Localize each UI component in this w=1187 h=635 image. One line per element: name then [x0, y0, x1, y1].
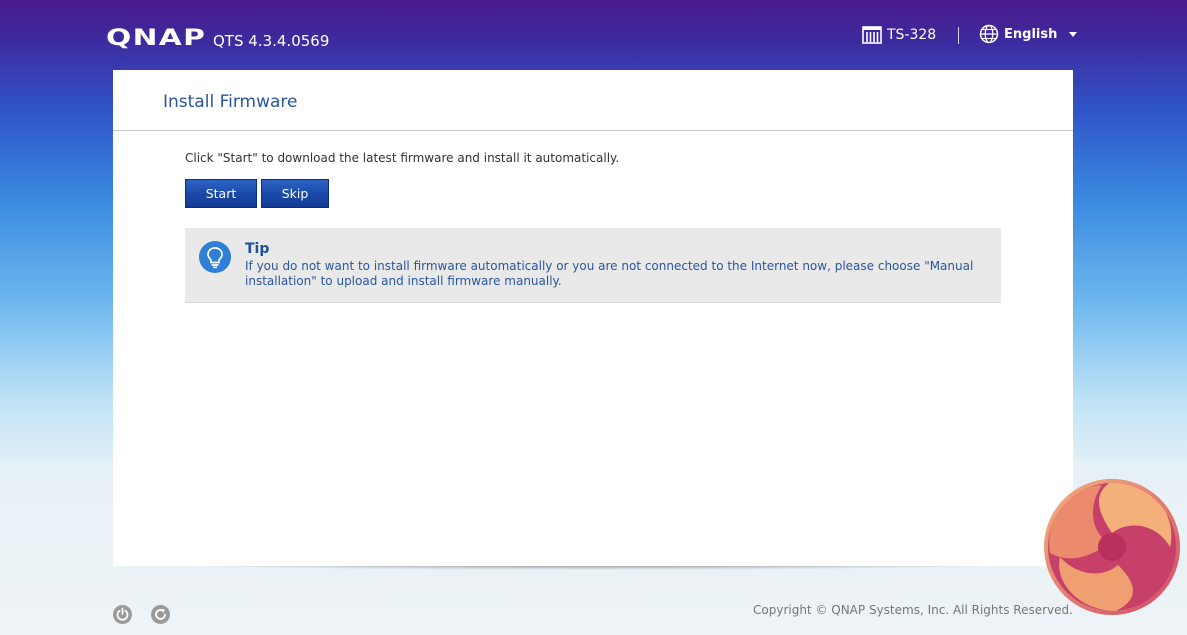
lightbulb-icon [199, 241, 231, 273]
skip-button[interactable]: Skip [261, 179, 329, 208]
instruction-text: Click "Start" to download the latest fir… [185, 151, 620, 165]
panel-header: Install Firmware [113, 70, 1073, 131]
tip-text: If you do not want to install firmware a… [245, 259, 990, 289]
globe-icon [979, 24, 999, 44]
device-model-label: TS-328 [887, 27, 937, 43]
tip-text-after: to upload and install firmware manually. [316, 274, 562, 288]
restart-icon[interactable] [151, 605, 170, 624]
chevron-down-icon [1069, 31, 1078, 37]
language-label: English [1004, 26, 1058, 42]
copyright-text: Copyright © QNAP Systems, Inc. All Right… [753, 603, 1073, 617]
tip-box: Tip If you do not want to install firmwa… [185, 228, 1001, 303]
header-divider [958, 27, 959, 44]
start-button[interactable]: Start [185, 179, 257, 208]
top-bar: QNAP QTS 4.3.4.0569 TS-328 English [0, 0, 1187, 70]
page-title: Install Firmware [163, 92, 298, 112]
device-model: TS-328 [862, 26, 936, 44]
language-selector[interactable]: English [979, 24, 1078, 44]
power-icon[interactable] [113, 605, 132, 624]
install-firmware-panel: Install Firmware Click "Start" to downlo… [113, 70, 1073, 566]
firmware-version: QTS 4.3.4.0569 [213, 32, 330, 50]
swirl-logo-icon [1044, 479, 1180, 615]
qnap-logo: QNAP [106, 26, 207, 51]
tip-title: Tip [245, 241, 270, 257]
nas-icon [862, 26, 882, 44]
tip-text-before: If you do not want to install firmware a… [245, 259, 925, 273]
